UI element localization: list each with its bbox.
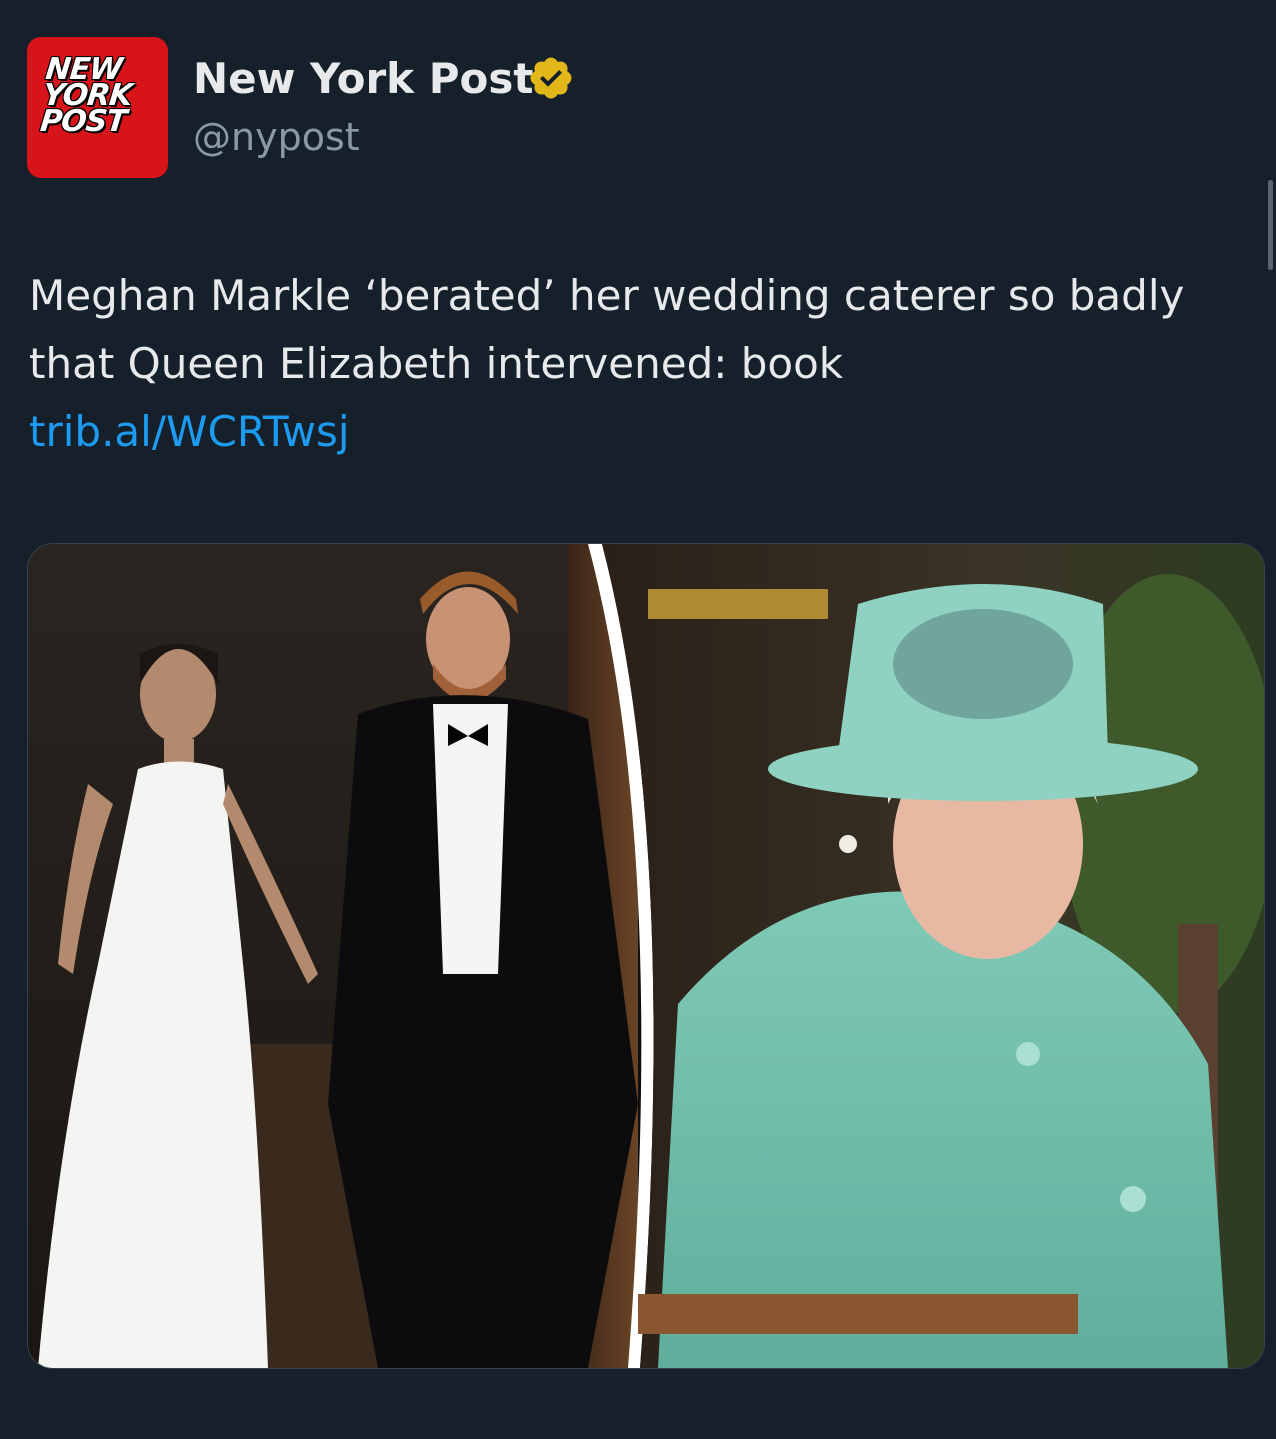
scrollbar[interactable] — [1268, 180, 1273, 270]
tweet[interactable]: NEW YORK POST New York Post @nypost Megh… — [0, 0, 1276, 1439]
tweet-text: Meghan Markle ‘berated’ her wedding cate… — [29, 271, 1185, 388]
avatar[interactable]: NEW YORK POST — [27, 37, 168, 178]
tweet-link[interactable]: trib.al/WCRTwsj — [29, 398, 350, 466]
gold-trim — [648, 589, 828, 619]
tweet-body: Meghan Markle ‘berated’ her wedding cate… — [29, 262, 1249, 466]
photo-collage — [28, 544, 1264, 1368]
verified-badge-icon — [527, 54, 575, 102]
display-name[interactable]: New York Post — [193, 52, 533, 106]
avatar-logo: NEW YORK POST — [38, 52, 157, 139]
tweet-photo[interactable] — [27, 543, 1265, 1369]
avatar-logo-line: POST — [38, 104, 128, 139]
chair-rail — [638, 1294, 1078, 1334]
account-handle[interactable]: @nypost — [193, 112, 360, 162]
